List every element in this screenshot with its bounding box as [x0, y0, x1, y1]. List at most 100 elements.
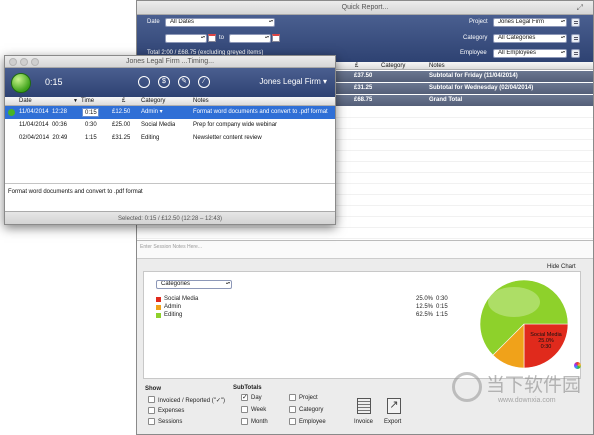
category-column-header[interactable]: Category [381, 62, 405, 70]
legend-swatch [156, 313, 161, 318]
edit-icon[interactable]: ✎ [178, 76, 190, 88]
watermark-logo-icon [452, 372, 482, 402]
timing-title: Jones Legal Firm ...Timing... [125, 58, 215, 65]
month-checkbox[interactable] [241, 418, 248, 425]
session-row[interactable]: 11/04/2014 00:36 0:30 £25.00 Social Medi… [5, 119, 335, 132]
session-amount: £31.25 [112, 135, 131, 141]
zoom-window-button[interactable] [31, 58, 39, 66]
category-column-header[interactable]: Category [141, 97, 165, 106]
session-date: 02/04/2014 20:49 [19, 132, 67, 145]
close-window-button[interactable] [9, 58, 17, 66]
subtotal-label: Subtotal for Friday (11/04/2014) [429, 73, 518, 79]
week-checkbox[interactable] [241, 406, 248, 413]
session-notes: Format word documents and convert to .pd… [193, 109, 328, 115]
project-select[interactable]: Jones Legal Firm [493, 18, 567, 27]
category-select[interactable]: All Categories [493, 34, 567, 43]
timing-project-menu[interactable]: Jones Legal Firm ▾ [259, 77, 327, 86]
date-column-header[interactable]: Date [19, 97, 32, 106]
time-column-header[interactable]: Time [81, 97, 94, 106]
employee-option-label: Employee [299, 419, 326, 425]
dollar-icon[interactable]: $ [158, 76, 170, 88]
stopwatch-icon[interactable]: ∕ [198, 76, 210, 88]
week-label: Week [251, 407, 267, 413]
timing-titlebar: Jones Legal Firm ...Timing... [5, 56, 335, 68]
employee-select[interactable]: All Employees [493, 49, 567, 58]
date-range-select[interactable]: All Dates [165, 18, 275, 27]
category-options-icon[interactable] [571, 34, 580, 43]
calendar-icon[interactable] [208, 34, 216, 42]
legend-percent: 25.0% [416, 296, 434, 302]
selection-status: Selected: 0:15 / £12.50 (12:28 – 12:43) [117, 216, 223, 222]
session-category: Social Media [141, 122, 176, 128]
clock-add-icon[interactable] [138, 76, 150, 88]
session-row-selected[interactable]: 11/04/2014 12:28 0:15 £12.50 Admin ▾ For… [5, 106, 335, 119]
watermark-text: 当下软件园 [486, 374, 582, 396]
session-date-text: 11/04/2014 [19, 122, 49, 128]
session-notes-field[interactable]: Enter Session Notes Here... [137, 240, 593, 259]
minimize-window-button[interactable] [20, 58, 28, 66]
session-notes-editor[interactable]: Format word documents and convert to .pd… [5, 183, 335, 211]
day-checkbox[interactable]: ✓ [241, 394, 248, 401]
session-notes-text: Format word documents and convert to .pd… [8, 189, 143, 195]
report-titlebar: Quick Report... ⤢ [137, 1, 593, 15]
legend-duration: 1:15 [436, 312, 448, 318]
amount-column-header[interactable]: £ [355, 62, 358, 70]
timer-running-icon[interactable] [11, 73, 31, 93]
session-notes: Prep for company wide webinar [193, 122, 278, 128]
end-date-field[interactable] [229, 34, 271, 43]
month-label: Month [251, 419, 268, 425]
pie-gloss [488, 287, 540, 317]
category-checkbox[interactable] [289, 406, 296, 413]
session-duration: 0:30 [85, 122, 97, 128]
report-title: Quick Report... [341, 4, 389, 11]
subtotal-amount: £31.25 [354, 85, 373, 91]
project-checkbox[interactable] [289, 394, 296, 401]
fullscreen-icon[interactable]: ⤢ [577, 1, 583, 15]
hide-chart-button[interactable]: Hide Chart [547, 264, 576, 270]
project-label: Project [469, 19, 488, 25]
invoice-label: Invoice [354, 419, 374, 425]
sessions-checkbox[interactable] [148, 418, 155, 425]
show-label: Show [145, 386, 161, 392]
legend-duration: 0:15 [436, 304, 448, 310]
start-date-field[interactable] [165, 34, 207, 43]
session-category: Editing [141, 135, 160, 141]
legend-swatch [156, 297, 161, 302]
subtotals-label: SubTotals [233, 385, 262, 391]
duration-field[interactable]: 0:15 [82, 108, 99, 117]
project-option-label: Project [299, 395, 318, 401]
notes-column-header[interactable]: Notes [429, 62, 445, 70]
notes-column-header[interactable]: Notes [193, 97, 209, 106]
export-button[interactable]: ↗ Export [381, 398, 407, 432]
category-label: Category [463, 35, 488, 41]
expenses-checkbox[interactable] [148, 407, 155, 414]
chart-type-select[interactable]: Categories [156, 280, 232, 289]
calendar-icon[interactable] [272, 34, 280, 42]
invoice-button[interactable]: Invoice [351, 398, 377, 432]
session-category-text: Admin [141, 109, 159, 115]
legend-percent: 12.5% [416, 304, 434, 310]
session-amount: £25.00 [112, 122, 131, 128]
employee-options-icon[interactable] [571, 49, 580, 58]
legend-label: Editing [164, 312, 183, 318]
elapsed-time: 0:15 [45, 77, 63, 87]
legend-label: Admin [164, 304, 182, 310]
project-options-icon[interactable] [571, 18, 580, 27]
invoiced-label: Invoiced / Reported ("✓") [158, 398, 225, 404]
legend-swatch [156, 305, 161, 310]
employee-label: Employee [460, 50, 487, 56]
session-notes-placeholder: Enter Session Notes Here... [140, 244, 202, 250]
export-icon: ↗ [387, 398, 401, 414]
employee-checkbox[interactable] [289, 418, 296, 425]
timing-window: Jones Legal Firm ...Timing... 0:15 $ ✎ ∕… [4, 55, 336, 225]
session-time-text: 20:49 [52, 135, 68, 141]
watermark-url: www.downxia.com [498, 397, 556, 404]
invoiced-checkbox[interactable] [148, 396, 155, 403]
legend-duration: 0:30 [436, 296, 448, 302]
session-date: 11/04/2014 12:28 [19, 106, 67, 119]
session-category[interactable]: Admin ▾ [141, 106, 163, 119]
session-table[interactable]: Date ▼ Time £ Category Notes 11/04/2014 … [5, 97, 335, 183]
amount-column-header[interactable]: £ [122, 97, 125, 106]
expenses-label: Expenses [158, 408, 185, 414]
session-row[interactable]: 02/04/2014 20:49 1:15 £31.25 Editing New… [5, 132, 335, 145]
